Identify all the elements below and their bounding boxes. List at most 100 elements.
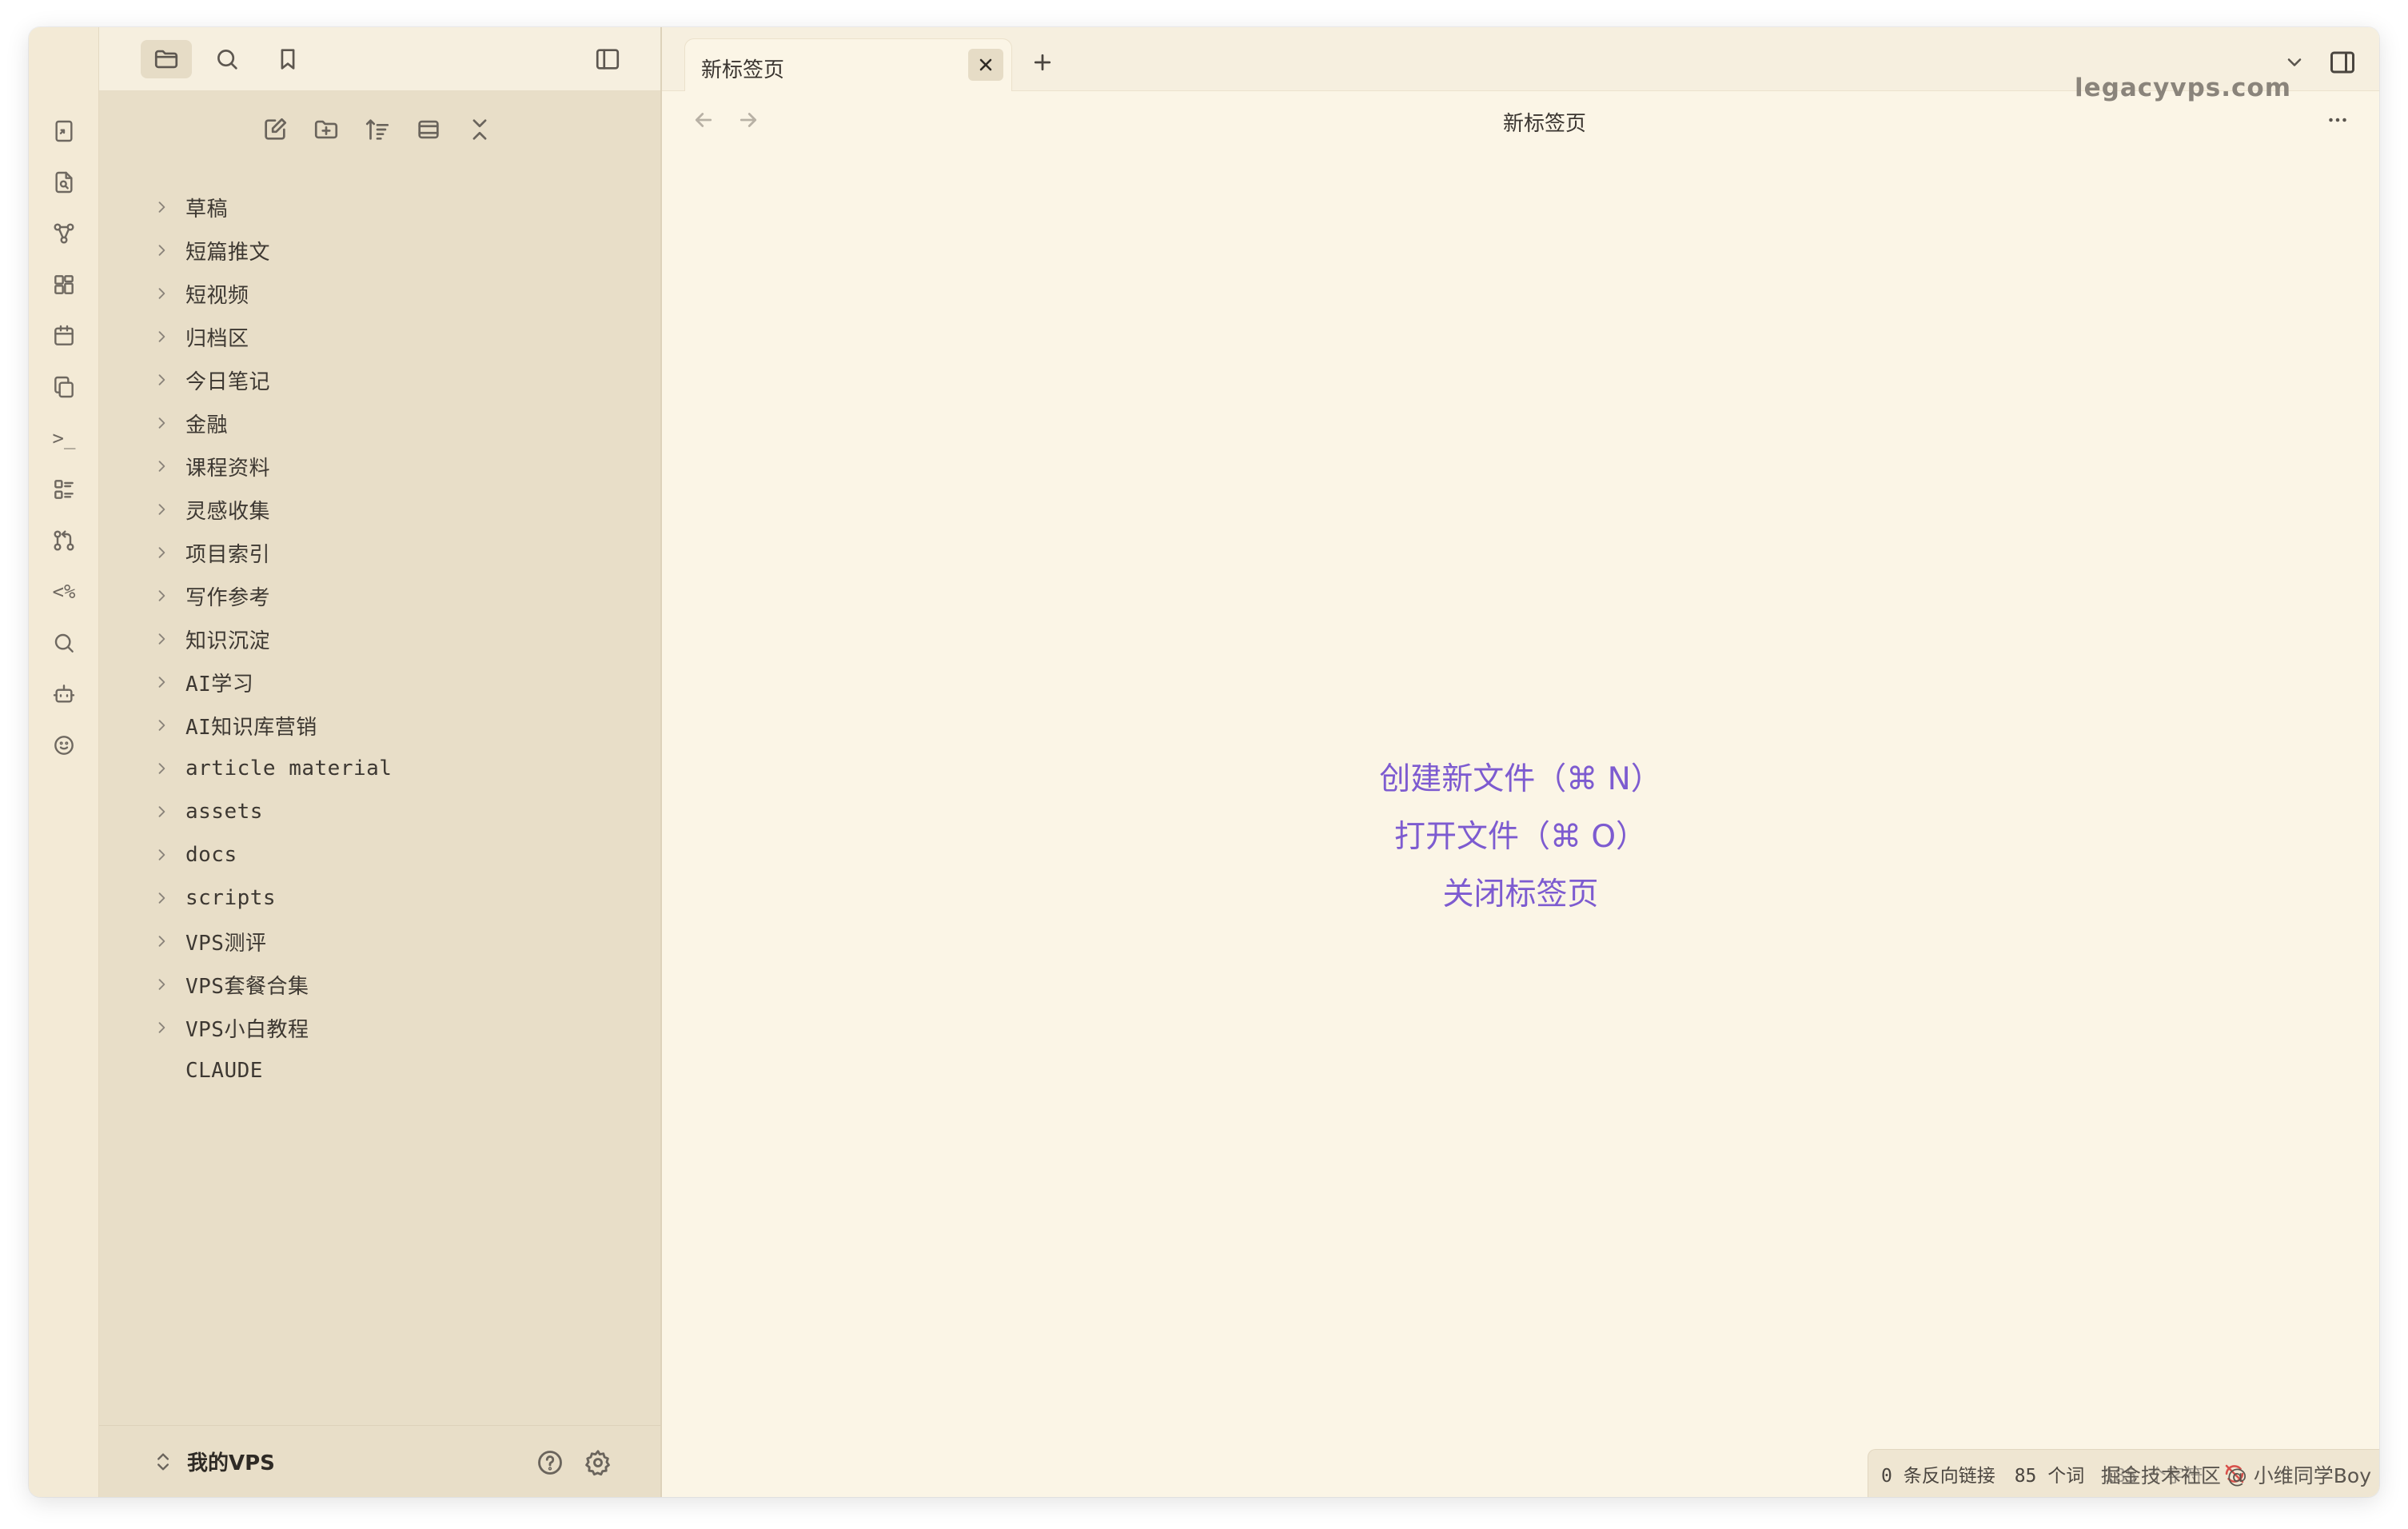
chevron-right-icon (153, 242, 169, 258)
bot-icon[interactable] (45, 675, 83, 713)
tree-item-label: article material (185, 757, 393, 780)
chevrons-collapse-icon (472, 119, 487, 140)
chevron-right-icon (153, 588, 169, 604)
new-folder-button[interactable] (305, 110, 347, 149)
auto-reveal-button[interactable] (408, 110, 449, 149)
folder-item[interactable]: scripts (99, 876, 660, 920)
templater-icon[interactable]: <% (45, 573, 83, 611)
tree-item-label: 灵感收集 (185, 499, 271, 524)
chevron-right-icon (153, 933, 169, 949)
sort-order-button[interactable] (357, 110, 398, 149)
canvas-icon[interactable] (45, 265, 83, 304)
backlinks-count[interactable]: 0 条反向链接 (1881, 1460, 1995, 1487)
close-tab-button[interactable] (968, 49, 1003, 81)
chevron-right-icon (153, 501, 169, 517)
view-title: 新标签页 (1502, 112, 1586, 136)
tree-item-label: VPS测评 (185, 931, 267, 956)
close-tab-link[interactable]: 关闭标签页 (662, 866, 2379, 924)
view-header: 新标签页 (662, 91, 2379, 149)
git-pull-request-icon[interactable] (45, 521, 83, 560)
folder-item[interactable]: assets (99, 790, 660, 833)
more-options-button[interactable] (2318, 101, 2357, 139)
empty-state-actions: 创建新文件（⌘ N） 打开文件（⌘ O） 关闭标签页 (662, 751, 2379, 924)
bookmarks-tab-button[interactable] (262, 40, 313, 78)
tab-new-tab[interactable]: 新标签页 (684, 38, 1012, 91)
tree-item-label: assets (185, 800, 263, 824)
folder-item[interactable]: 知识沉淀 (99, 617, 660, 661)
search-icon[interactable] (45, 624, 83, 662)
folder-item[interactable]: 项目索引 (99, 531, 660, 574)
chevron-right-icon (153, 804, 169, 820)
graph-view-icon[interactable] (45, 214, 83, 253)
open-file-link[interactable]: 打开文件（⌘ O） (662, 808, 2379, 866)
search-icon (217, 50, 237, 70)
folder-item[interactable]: 写作参考 (99, 574, 660, 617)
sidebar-footer: 我的VPS (99, 1425, 660, 1497)
chevron-right-icon (153, 761, 169, 776)
tree-item-label: 草稿 (185, 197, 229, 222)
tree-item-label: AI学习 (185, 672, 254, 697)
vault-switcher[interactable]: 我的VPS (152, 1447, 275, 1476)
tree-item-label: 写作参考 (185, 585, 271, 610)
create-new-file-link[interactable]: 创建新文件（⌘ N） (662, 751, 2379, 808)
collapse-sidebar-button[interactable] (582, 40, 633, 78)
sidebar-header (99, 27, 660, 91)
outline-list-icon[interactable] (45, 470, 83, 509)
more-horizontal-icon (2329, 118, 2346, 122)
folder-item[interactable]: VPS小白教程 (99, 1006, 660, 1049)
file-item[interactable]: CLAUDE (99, 1049, 660, 1092)
tree-item-label: 今日笔记 (185, 369, 271, 394)
folder-item[interactable]: 短篇推文 (99, 229, 660, 272)
folder-item[interactable]: 灵感收集 (99, 488, 660, 531)
folder-item[interactable]: 草稿 (99, 186, 660, 229)
vault-name: 我的VPS (187, 1451, 275, 1475)
folder-item[interactable]: AI学习 (99, 661, 660, 704)
tree-item-label: 归档区 (185, 326, 249, 351)
folder-item[interactable]: docs (99, 833, 660, 876)
folder-item[interactable]: 归档区 (99, 315, 660, 358)
sidebar-left-icon (596, 49, 620, 70)
plus-icon (1034, 54, 1051, 71)
chevron-right-icon (153, 976, 169, 992)
tab-title: 新标签页 (701, 58, 785, 82)
file-explorer-actions (99, 104, 660, 155)
open-quick-switcher-icon[interactable] (45, 112, 83, 150)
tree-item-label: CLAUDE (185, 1059, 263, 1083)
chevron-right-icon (153, 285, 169, 301)
daily-note-calendar-icon[interactable] (45, 317, 83, 355)
copy-files-icon[interactable] (45, 368, 83, 406)
new-note-button[interactable] (254, 110, 296, 149)
chevrons-up-down-icon (157, 1453, 169, 1470)
search-tab-button[interactable] (201, 40, 253, 78)
chevron-right-icon (153, 199, 169, 215)
help-button[interactable] (531, 1443, 569, 1482)
tree-item-label: 短视频 (185, 283, 249, 308)
tree-item-label: VPS小白教程 (185, 1017, 309, 1042)
folder-item[interactable]: 课程资料 (99, 445, 660, 488)
new-tab-button[interactable] (1023, 43, 1062, 82)
folder-item[interactable]: article material (99, 747, 660, 790)
tree-item-label: 金融 (185, 413, 229, 437)
folder-item[interactable]: AI知识库营销 (99, 704, 660, 747)
tree-item-label: AI知识库营销 (185, 715, 317, 740)
word-count: 85 个词 (2014, 1465, 2085, 1487)
folder-item[interactable]: VPS测评 (99, 920, 660, 963)
folder-item[interactable]: VPS套餐合集 (99, 963, 660, 1006)
toggle-right-sidebar-button[interactable] (2323, 43, 2362, 82)
chevron-right-icon (153, 847, 169, 863)
folder-item[interactable]: 短视频 (99, 272, 660, 315)
terminal-icon[interactable]: >_ (45, 419, 83, 457)
settings-button[interactable] (579, 1443, 617, 1482)
chevron-down-icon (2287, 58, 2302, 66)
folder-item[interactable]: 今日笔记 (99, 358, 660, 401)
chevron-right-icon (153, 329, 169, 345)
chevron-right-icon (153, 415, 169, 431)
files-tab-button[interactable] (141, 40, 192, 78)
collapse-all-button[interactable] (459, 110, 500, 149)
sort-icon (365, 119, 389, 140)
chevron-right-icon (153, 372, 169, 388)
file-search-icon[interactable] (45, 163, 83, 202)
file-explorer-sidebar: 草稿短篇推文短视频归档区今日笔记金融课程资料灵感收集项目索引写作参考知识沉淀 AI… (99, 27, 662, 1497)
smiley-icon[interactable] (45, 726, 83, 764)
folder-item[interactable]: 金融 (99, 401, 660, 445)
